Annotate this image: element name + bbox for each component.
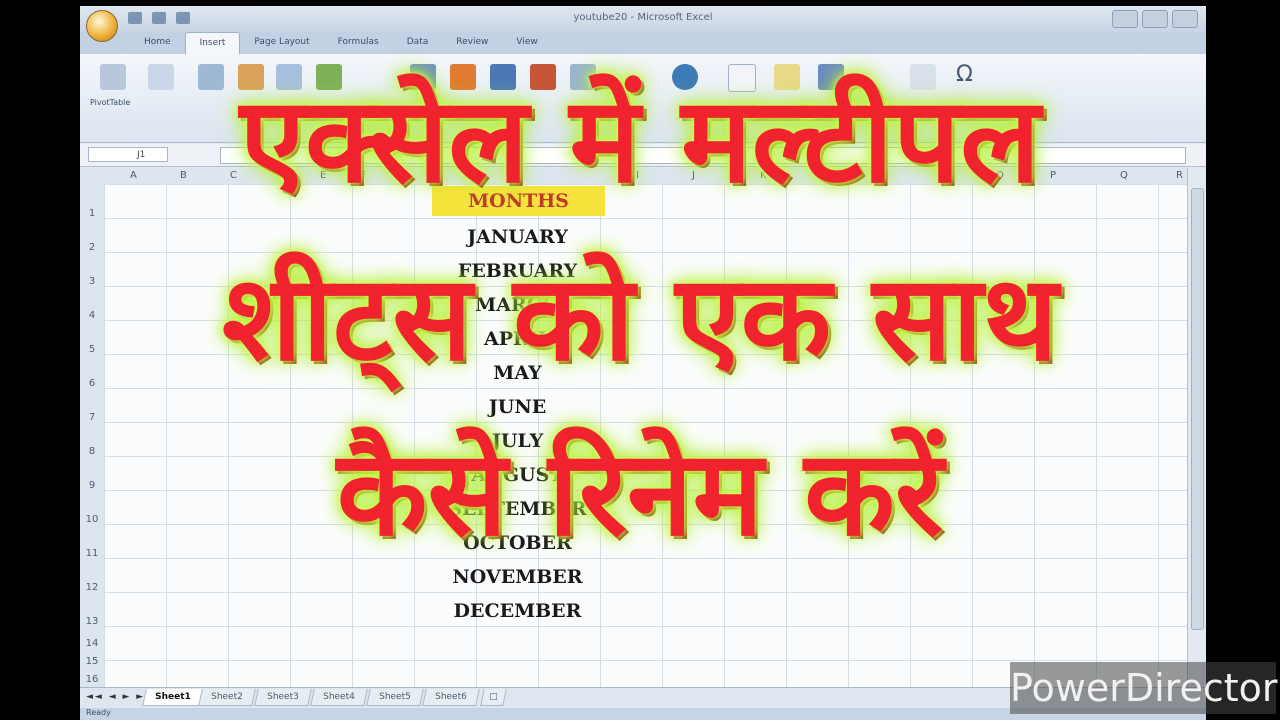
overlay-title-line3: कैसे रिनेम करें bbox=[336, 424, 944, 562]
tab-formulas[interactable]: Formulas bbox=[324, 32, 393, 54]
row-header[interactable]: 15 bbox=[80, 656, 104, 667]
sheet-tab-label: Sheet3 bbox=[267, 692, 299, 702]
row-header[interactable]: 13 bbox=[80, 616, 104, 627]
maximize-button[interactable] bbox=[1142, 10, 1168, 28]
sheet-tab-label: Sheet1 bbox=[155, 692, 191, 702]
sheet-tab-sheet2[interactable]: Sheet2 bbox=[198, 689, 256, 706]
tab-home[interactable]: Home bbox=[130, 32, 185, 54]
sheet-tab-sheet6[interactable]: Sheet6 bbox=[422, 689, 480, 706]
minimize-button[interactable] bbox=[1112, 10, 1138, 28]
tab-insert[interactable]: Insert bbox=[184, 32, 241, 54]
sheet-tab-label: Sheet6 bbox=[435, 692, 467, 702]
overlay-title-line2: शीट्स को एक साथ bbox=[221, 249, 1059, 387]
office-button[interactable] bbox=[86, 10, 118, 42]
close-button[interactable] bbox=[1172, 10, 1198, 28]
sheet-tab-label: Sheet2 bbox=[211, 692, 243, 702]
window-controls bbox=[1112, 10, 1198, 28]
month-cell[interactable]: DECEMBER bbox=[420, 600, 615, 622]
row-header[interactable]: 7 bbox=[80, 412, 104, 423]
insert-sheet-icon[interactable]: □ bbox=[480, 689, 507, 706]
month-cell[interactable]: NOVEMBER bbox=[420, 566, 615, 588]
month-cell[interactable]: JANUARY bbox=[420, 226, 615, 248]
sheet-tab-label: Sheet5 bbox=[379, 692, 411, 702]
window-title: youtube20 - Microsoft Excel bbox=[573, 12, 713, 23]
sheet-tab-sheet4[interactable]: Sheet4 bbox=[310, 689, 368, 706]
sheet-tab-sheet1[interactable]: Sheet1 bbox=[142, 689, 204, 706]
overlay-title-line1: एक्सेल में मल्टीपल bbox=[239, 71, 1041, 209]
row-header[interactable]: 16 bbox=[80, 674, 104, 685]
sheet-tab-label: Sheet4 bbox=[323, 692, 355, 702]
tab-view[interactable]: View bbox=[502, 32, 551, 54]
sheet-tab-sheet3[interactable]: Sheet3 bbox=[254, 689, 312, 706]
title-bar: youtube20 - Microsoft Excel bbox=[80, 6, 1206, 42]
tab-review[interactable]: Review bbox=[442, 32, 502, 54]
sheet-tab-sheet5[interactable]: Sheet5 bbox=[366, 689, 424, 706]
tab-data[interactable]: Data bbox=[393, 32, 443, 54]
ribbon-tabs: Home Insert Page Layout Formulas Data Re… bbox=[80, 32, 1206, 54]
month-cell[interactable]: JUNE bbox=[420, 396, 615, 418]
tab-page-layout[interactable]: Page Layout bbox=[240, 32, 323, 54]
row-header[interactable]: 12 bbox=[80, 582, 104, 593]
row-header[interactable]: 14 bbox=[80, 638, 104, 649]
powerdirector-watermark: PowerDirector bbox=[1010, 662, 1278, 714]
